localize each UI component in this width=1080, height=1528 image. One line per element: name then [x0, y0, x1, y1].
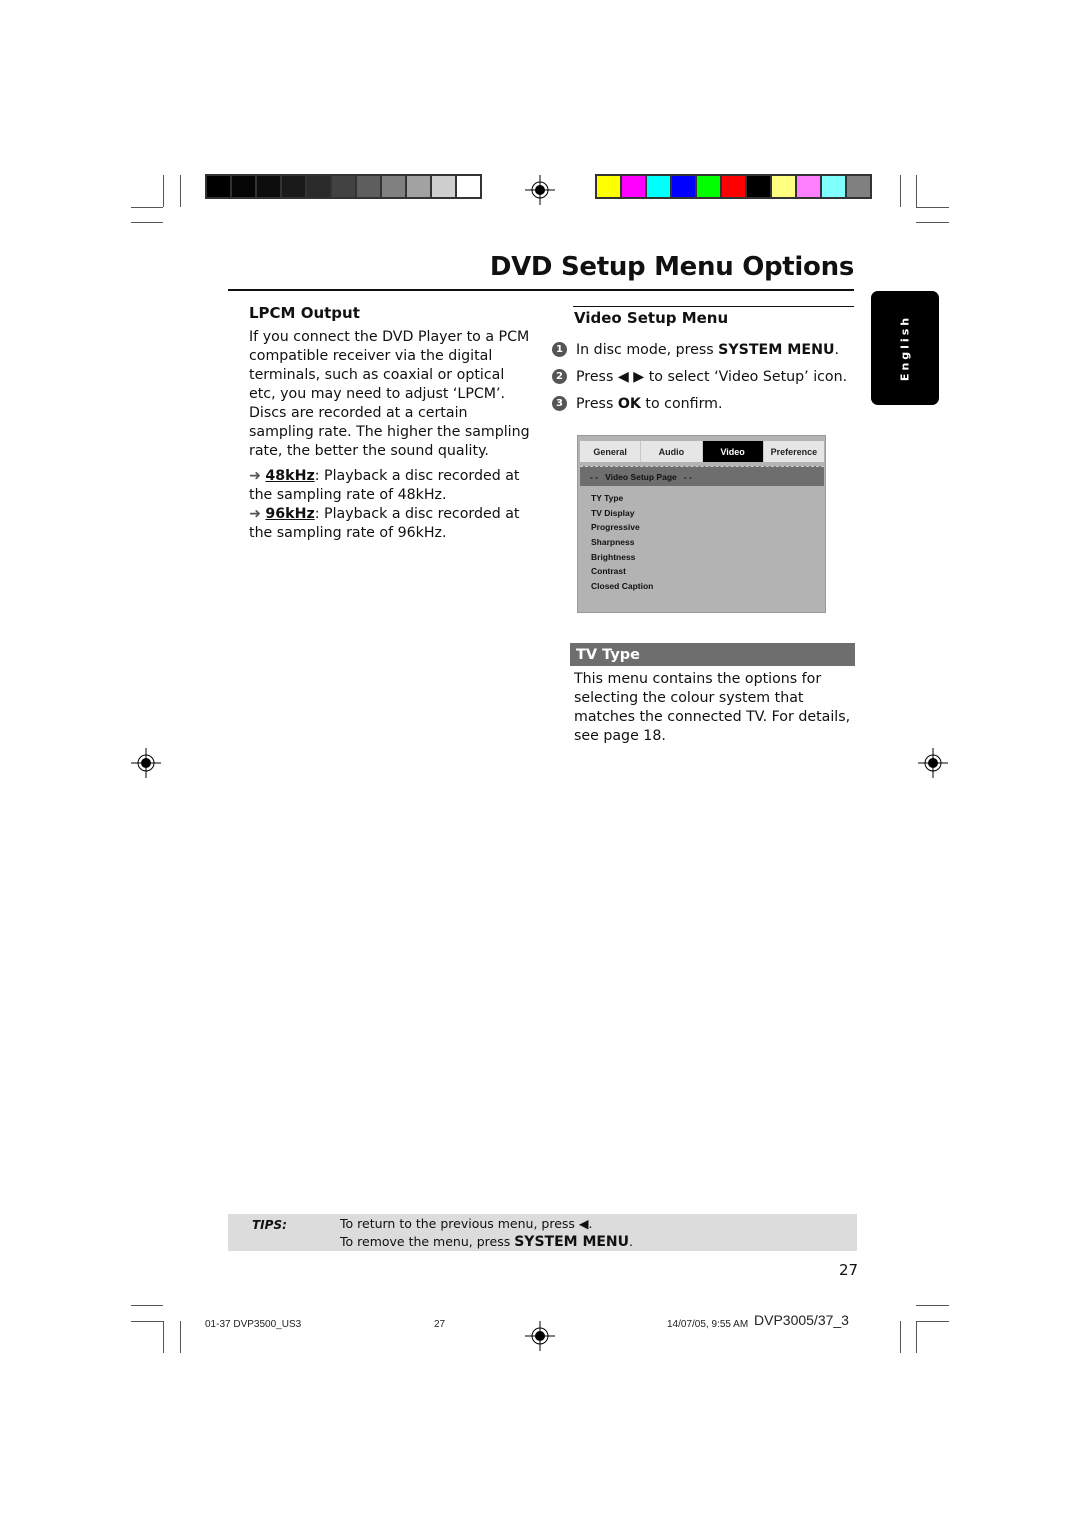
calibration-swatch [647, 176, 670, 197]
color-calibration-bar [595, 174, 872, 199]
step-item: 3 Press OK to confirm. [552, 390, 852, 417]
footer-timestamp: 14/07/05, 9:55 AM [667, 1319, 749, 1330]
tip-line: To return to the previous menu, press ◀. [340, 1216, 593, 1231]
tab-preference[interactable]: Preference [763, 441, 824, 462]
calibration-swatch [257, 176, 280, 197]
calibration-swatch [747, 176, 770, 197]
crop-mark [916, 1305, 949, 1306]
step-number-icon: 3 [552, 396, 567, 411]
tips-content: To return to the previous menu, press ◀.… [340, 1215, 633, 1251]
crop-mark [180, 175, 181, 207]
crop-mark [900, 1321, 901, 1353]
step-item: 1 In disc mode, press SYSTEM MENU. [552, 336, 852, 363]
menu-item-progressive[interactable]: Progressive [591, 520, 825, 535]
registration-mark-icon [525, 1321, 555, 1351]
tab-video[interactable]: Video [702, 441, 764, 462]
option-value: 96kHz [265, 506, 315, 522]
crop-mark [916, 207, 949, 208]
footer-model: DVP3005/37_3 [754, 1312, 849, 1328]
step-item: 2 Press ◀ ▶ to select ‘Video Setup’ icon… [552, 363, 852, 390]
menu-item-tv-display[interactable]: TV Display [591, 506, 825, 521]
calibration-swatch [847, 176, 870, 197]
calibration-swatch [597, 176, 620, 197]
page-title: DVD Setup Menu Options [489, 252, 854, 282]
menu-items: TY Type TV Display Progressive Sharpness… [578, 486, 825, 594]
calibration-swatch [797, 176, 820, 197]
menu-item-sharpness[interactable]: Sharpness [591, 535, 825, 550]
tip-line: To remove the menu, press SYSTEM MENU. [340, 1234, 634, 1250]
crop-mark [131, 1305, 163, 1306]
tips-label: TIPS: [252, 1218, 287, 1232]
calibration-swatch [697, 176, 720, 197]
section-divider [573, 306, 854, 307]
calibration-swatch [772, 176, 795, 197]
lpcm-paragraph: If you connect the DVD Player to a PCM c… [249, 329, 530, 402]
calibration-swatch [457, 176, 480, 197]
crop-mark [916, 1321, 917, 1353]
language-tab: English [871, 291, 939, 405]
registration-mark-icon [918, 748, 948, 778]
lpcm-option-96khz: ➜ 96kHz: Playback a disc recorded at the… [249, 505, 539, 543]
calibration-swatch [357, 176, 380, 197]
calibration-swatch [307, 176, 330, 197]
calibration-swatch [332, 176, 355, 197]
calibration-swatch [407, 176, 430, 197]
calibration-swatch [382, 176, 405, 197]
crop-mark [163, 175, 164, 207]
menu-item-tv-type[interactable]: TY Type [591, 491, 825, 506]
arrow-icon: ➜ [249, 468, 261, 484]
tab-audio[interactable]: Audio [641, 441, 703, 462]
title-divider [228, 289, 854, 291]
step-number-icon: 2 [552, 369, 567, 384]
crop-mark [916, 222, 949, 223]
language-tab-label: English [898, 314, 912, 382]
lpcm-heading: LPCM Output [249, 304, 360, 322]
crop-mark [916, 175, 917, 207]
registration-mark-icon [525, 175, 555, 205]
lpcm-paragraph: Discs are recorded at a certain sampling… [249, 405, 530, 459]
tv-type-heading: TV Type [570, 643, 855, 666]
menu-page-title: - - Video Setup Page - - [580, 466, 824, 486]
calibration-swatch [432, 176, 455, 197]
menu-item-contrast[interactable]: Contrast [591, 564, 825, 579]
menu-item-closed-caption[interactable]: Closed Caption [591, 579, 825, 594]
step-number-icon: 1 [552, 342, 567, 357]
page-number: 27 [839, 1261, 859, 1279]
tv-type-description: This menu contains the options for selec… [574, 671, 851, 744]
footer-filename: 01-37 DVP3500_US3 [205, 1319, 302, 1330]
grayscale-calibration-bar [205, 174, 482, 199]
menu-item-brightness[interactable]: Brightness [591, 550, 825, 565]
crop-mark [900, 175, 901, 207]
tab-general[interactable]: General [580, 441, 642, 462]
arrow-icon: ➜ [249, 506, 261, 522]
calibration-swatch [822, 176, 845, 197]
crop-mark [131, 1321, 163, 1322]
crop-mark [180, 1321, 181, 1353]
crop-mark [131, 222, 163, 223]
calibration-swatch [672, 176, 695, 197]
calibration-swatch [622, 176, 645, 197]
crop-mark [916, 1321, 949, 1322]
tips-box: TIPS: To return to the previous menu, pr… [228, 1214, 857, 1251]
lpcm-option-48khz: ➜ 48kHz: Playback a disc recorded at the… [249, 467, 539, 505]
option-value: 48kHz [265, 468, 315, 484]
calibration-swatch [207, 176, 230, 197]
footer-page: 27 [434, 1319, 446, 1330]
video-setup-steps: 1 In disc mode, press SYSTEM MENU. 2 Pre… [552, 336, 852, 417]
menu-tabs: General Audio Video Preference [580, 441, 824, 462]
setup-menu-screenshot: General Audio Video Preference - - Video… [577, 435, 826, 613]
calibration-swatch [722, 176, 745, 197]
crop-mark [163, 1321, 164, 1353]
calibration-swatch [232, 176, 255, 197]
crop-mark [131, 207, 163, 208]
video-setup-heading: Video Setup Menu [574, 309, 729, 327]
registration-mark-icon [131, 748, 161, 778]
calibration-swatch [282, 176, 305, 197]
